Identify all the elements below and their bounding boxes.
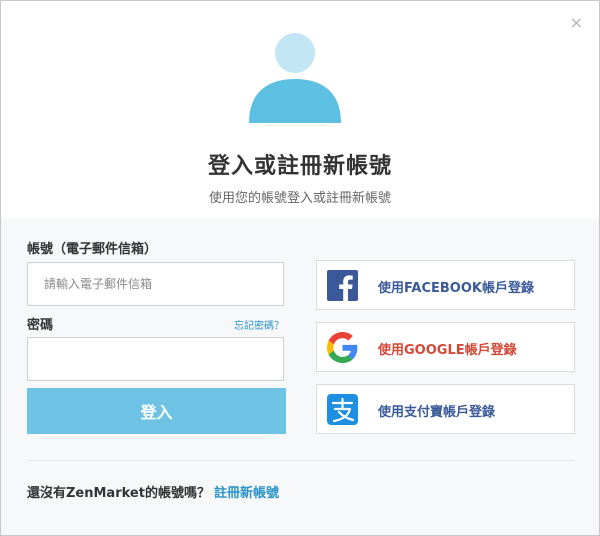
forgot-password-link[interactable]: 忘記密碼？ [234,317,284,332]
user-avatar-icon [249,33,341,123]
alipay-login-label: 使用支付寶帳戶登錄 [378,405,496,420]
facebook-login-label: 使用FACEBOOK帳戶登錄 [378,281,534,296]
register-link[interactable]: 註冊新帳號 [214,486,279,501]
facebook-login-button[interactable]: 使用FACEBOOK帳戶登錄 [316,260,575,310]
facebook-icon [327,270,358,301]
password-input[interactable] [27,337,284,381]
register-prompt-text: 還沒有ZenMarket的帳號嗎？ [27,486,210,501]
google-login-label: 使用GOOGLE帳戶登錄 [378,343,517,358]
register-prompt: 還沒有ZenMarket的帳號嗎？ 註冊新帳號 [27,482,279,501]
footer-divider [27,460,575,461]
login-button[interactable]: 登入 [27,388,286,434]
google-icon [327,332,358,363]
close-icon[interactable]: × [570,15,583,31]
email-input[interactable] [27,262,284,306]
alipay-login-button[interactable]: 使用支付寶帳戶登錄 [316,384,575,434]
alipay-icon [327,394,358,425]
page-subtitle: 使用您的帳號登入或註冊新帳號 [208,191,391,206]
password-label: 密碼 [27,318,54,333]
google-login-button[interactable]: 使用GOOGLE帳戶登錄 [316,322,575,372]
login-modal: × 登入或註冊新帳號 使用您的帳號登入或註冊新帳號 帳號（電子郵件信箱） 密碼 … [0,0,600,536]
email-label: 帳號（電子郵件信箱） [27,242,158,257]
page-title: 登入或註冊新帳號 [207,154,392,179]
